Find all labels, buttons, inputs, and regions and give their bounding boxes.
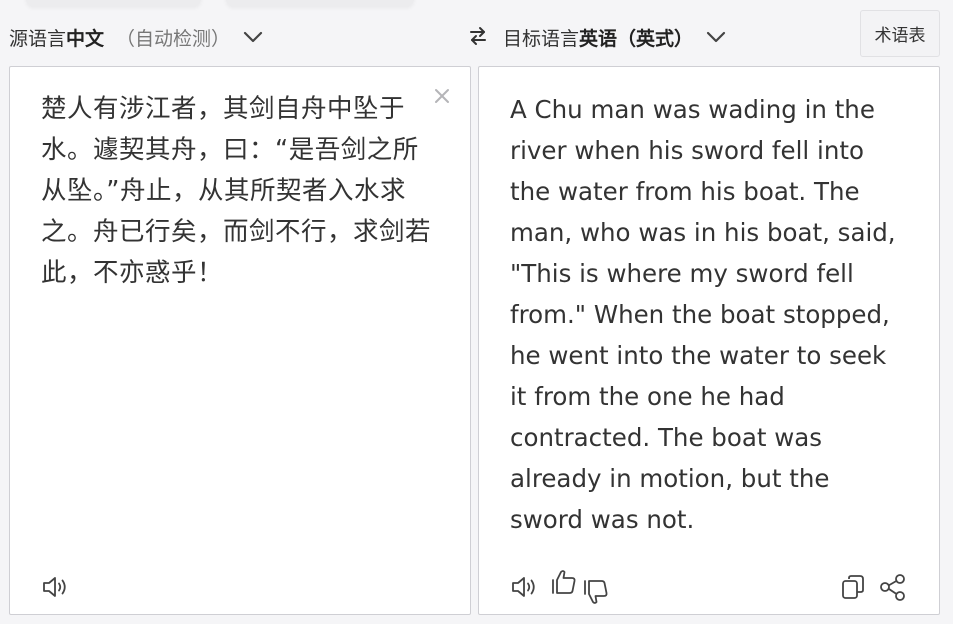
copy-icon[interactable] <box>838 571 870 603</box>
translation-output: A Chu man was wading in the river when h… <box>510 95 896 534</box>
close-icon[interactable] <box>433 87 451 105</box>
speaker-icon[interactable] <box>40 571 72 603</box>
source-language-prefix: 源语言 <box>9 27 67 50</box>
source-text-input[interactable]: 楚人有涉江者，其剑自舟中坠于水。遽契其舟，曰：“是吾剑之所从坠。”舟止，从其所契… <box>41 89 436 294</box>
chevron-down-icon <box>705 30 727 44</box>
target-language-value: 英语（英式） <box>579 27 694 50</box>
source-panel: 楚人有涉江者，其剑自舟中坠于水。遽契其舟，曰：“是吾剑之所从坠。”舟止，从其所契… <box>9 66 471 615</box>
chevron-down-icon <box>242 30 264 44</box>
share-icon[interactable] <box>877 571 909 603</box>
swap-arrows-icon[interactable] <box>468 26 488 46</box>
speaker-icon[interactable] <box>509 571 541 603</box>
glossary-button[interactable]: 术语表 <box>860 10 940 57</box>
language-bar: 源语言 中文 （自动检测） 目标语言 英语（英式） 术语表 <box>0 0 953 66</box>
target-language-prefix: 目标语言 <box>503 27 580 50</box>
thumbs-down-icon[interactable] <box>580 575 612 607</box>
source-language-selector[interactable]: 源语言 中文 （自动检测） <box>9 24 264 50</box>
thumbs-up-icon[interactable] <box>548 567 580 599</box>
source-language-value: 中文 <box>66 27 105 50</box>
auto-detect-label: （自动检测） <box>116 27 231 50</box>
target-language-selector[interactable]: 目标语言 英语（英式） <box>503 24 727 50</box>
target-panel: A Chu man was wading in the river when h… <box>478 66 940 615</box>
